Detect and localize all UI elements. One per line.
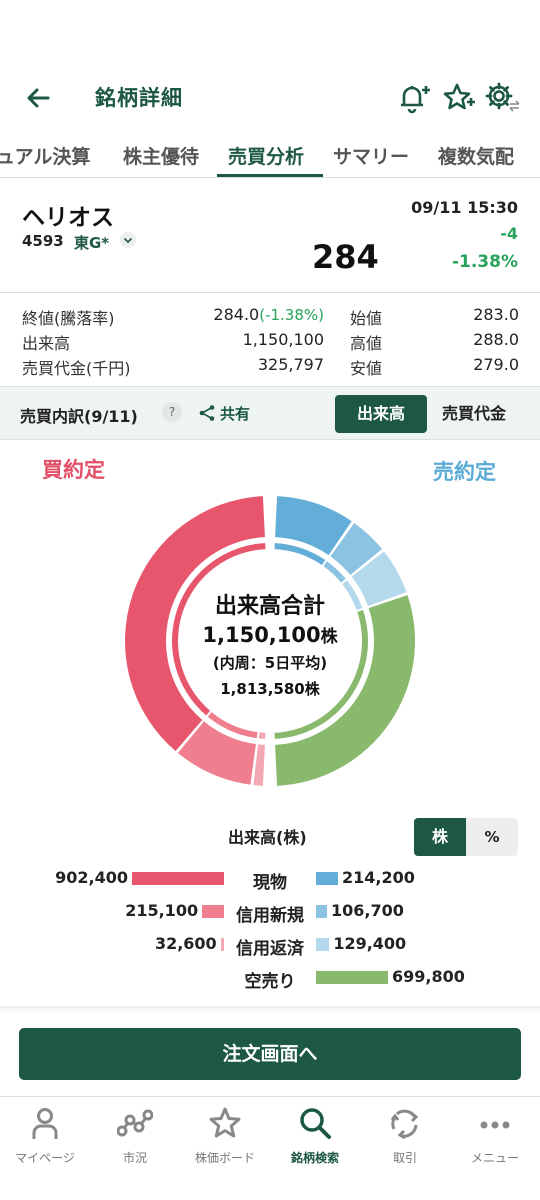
tab-trade-analysis[interactable]: 売買分析 (228, 142, 304, 169)
person-icon (32, 1108, 58, 1139)
donut-center-title: 出来高合計 (214, 594, 325, 619)
nav-label: マイページ (15, 1151, 75, 1165)
network-icon (117, 1109, 153, 1137)
close-value: 284.0(-1.38%) (213, 305, 324, 324)
back-arrow-icon[interactable] (22, 82, 54, 114)
help-icon[interactable]: ? (162, 402, 182, 422)
buy-side-label: 買約定 (42, 458, 105, 482)
nav-label: 取引 (392, 1151, 417, 1165)
donut-center-note: (内周：5日平均) (212, 654, 328, 672)
share-icon (199, 405, 215, 421)
sell-value-label: 699,800 (392, 967, 465, 986)
sell-side-label: 売約定 (433, 460, 496, 484)
nav-menu[interactable]: メニュー (450, 1097, 540, 1177)
row-category: 空売り (244, 972, 296, 992)
stock-name: ヘリオス (22, 205, 114, 231)
buy-value-label: 215,100 (125, 901, 199, 920)
low-value: 279.0 (473, 355, 519, 374)
chevron-down-icon[interactable] (120, 232, 136, 248)
app-header: 銘柄詳細 (0, 70, 540, 126)
low-label: 安値 (350, 359, 383, 378)
bottom-navigation: マイページ 市況 株価ボード 銘柄検索 取引 メニュー (0, 1096, 540, 1200)
breakdown-toolbar: 売買内訳(9/11) ? 共有 出来高 売買代金 (0, 386, 540, 440)
nav-stock-search[interactable]: 銘柄検索 (270, 1097, 360, 1177)
add-alert-bell-icon[interactable] (395, 80, 431, 116)
sell-value-label: 129,400 (333, 934, 407, 953)
nav-label: 株価ボード (194, 1151, 255, 1165)
active-tab-indicator (217, 174, 323, 177)
price-change: -4 (500, 224, 518, 243)
current-price: 284 (312, 238, 379, 276)
sell-bar (316, 938, 330, 951)
price-change-percent: -1.38% (451, 252, 518, 272)
order-screen-button[interactable]: 注文画面へ (19, 1028, 521, 1080)
close-percent: (-1.38%) (259, 306, 324, 324)
nav-mypage[interactable]: マイページ (0, 1097, 90, 1177)
breakdown-title: 売買内訳(9/11) (20, 407, 138, 426)
sell-bar (316, 872, 339, 885)
toggle-volume-button[interactable]: 出来高 (335, 395, 427, 433)
high-label: 高値 (350, 334, 383, 353)
row-category: 信用返済 (236, 939, 304, 959)
nav-label: 市況 (122, 1151, 147, 1165)
nav-label: メニュー (470, 1151, 519, 1165)
volume-table-title: 出来高(株) (228, 828, 307, 847)
nav-label: 銘柄検索 (290, 1151, 339, 1165)
buy-value-label: 32,600 (154, 934, 217, 953)
search-icon (300, 1108, 331, 1139)
sell-value-label: 214,200 (342, 868, 415, 887)
tab-shareholder-benefits[interactable]: 株主優待 (123, 142, 199, 169)
donut-center-total: 1,150,100株 (202, 623, 338, 647)
share-button[interactable]: 共有 (198, 401, 258, 425)
turnover-label: 売買代金(千円) (22, 359, 131, 378)
buy-value-label: 902,400 (55, 868, 128, 887)
row-category: 信用新規 (236, 906, 304, 926)
volume-value: 1,150,100 (242, 330, 324, 349)
detail-tabs: ュアル決算 株主優待 売買分析 サマリー 複数気配 (0, 132, 540, 178)
tab-multi-quotes[interactable]: 複数気配 (438, 142, 514, 169)
volume-label: 出来高 (22, 334, 71, 353)
buy-segment-2 (253, 744, 265, 786)
nav-stock-board[interactable]: 株価ボード (180, 1097, 270, 1177)
divider (0, 1006, 540, 1014)
recycle-icon (390, 1109, 419, 1140)
high-value: 288.0 (473, 330, 519, 349)
toggle-trade-value-button[interactable]: 売買代金 (427, 395, 521, 433)
market-label[interactable]: 東G* (74, 232, 109, 253)
buy-bar (220, 938, 224, 951)
share-label: 共有 (220, 405, 251, 423)
unit-percent-button[interactable]: % (466, 818, 518, 856)
open-value: 283.0 (473, 305, 519, 324)
row-category: 現物 (253, 873, 287, 893)
nav-market[interactable]: 市況 (90, 1097, 180, 1177)
more-icon (480, 1121, 510, 1129)
sell-bar (316, 905, 327, 918)
add-favorite-star-icon[interactable] (440, 80, 476, 116)
sell-bar (316, 971, 388, 984)
tab-dual-earnings[interactable]: ュアル決算 (0, 142, 90, 169)
divider (0, 292, 540, 293)
nav-trade[interactable]: 取引 (360, 1097, 450, 1177)
close-label: 終値(騰落率) (22, 309, 115, 328)
unit-shares-button[interactable]: 株 (414, 818, 466, 856)
star-icon (209, 1107, 241, 1138)
open-label: 始値 (350, 309, 383, 328)
turnover-value: 325,797 (257, 355, 324, 374)
settings-gear-icon[interactable] (484, 80, 520, 116)
tab-summary[interactable]: サマリー (333, 142, 409, 169)
buy-bar (132, 872, 224, 885)
donut-center-average: 1,813,580株 (220, 680, 320, 698)
buy-inner-segment-2 (258, 732, 266, 739)
page-title: 銘柄詳細 (95, 86, 183, 110)
sell-value-label: 106,700 (330, 901, 404, 920)
stock-code: 4593 (22, 232, 64, 250)
buy-bar (202, 905, 224, 918)
quote-datetime: 09/11 15:30 (411, 198, 518, 217)
